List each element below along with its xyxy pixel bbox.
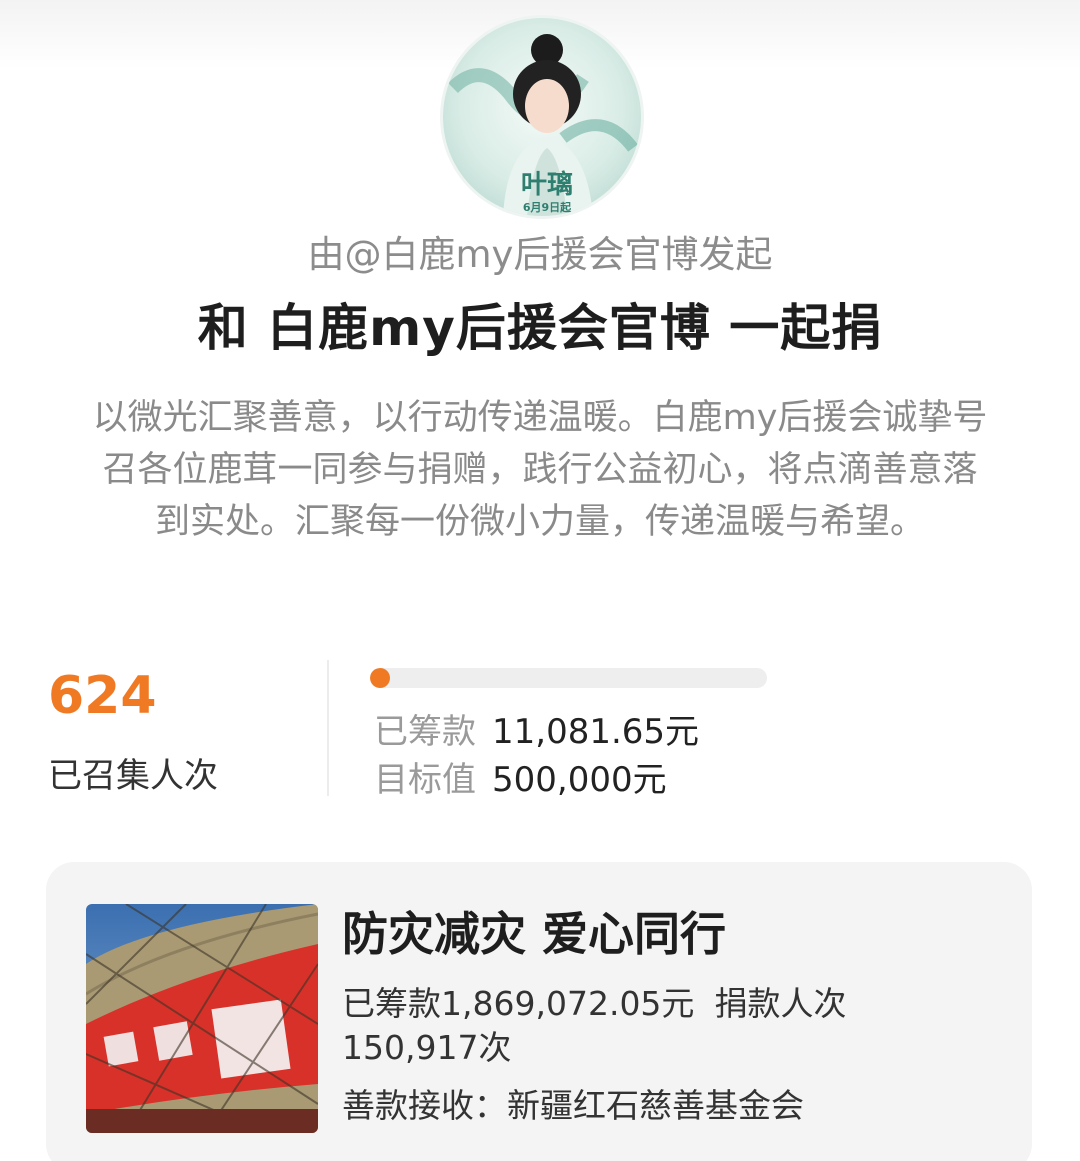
svg-text:叶璃: 叶璃 — [521, 169, 573, 200]
participant-count-label: 已召集人次 — [48, 756, 218, 796]
raised-amount-row: 已筹款 11,081.65元 — [374, 710, 699, 754]
project-recipient: 善款接收：新疆红石慈善基金会 — [342, 1086, 804, 1125]
svg-text:6月9日起: 6月9日起 — [523, 200, 572, 214]
project-card[interactable]: 防灾减灾 爱心同行 已筹款1,869,072.05元 捐款人次150,917次 善… — [46, 862, 1032, 1161]
donation-page: 叶璃 6月9日起 由@白鹿my后援会官博发起 和 白鹿my后援会官博 一起捐 以… — [0, 0, 1080, 1161]
raised-label: 已筹款 — [374, 712, 476, 752]
campaign-description: 以微光汇聚善意，以行动传递温暖。白鹿my后援会诚挚号召各位鹿茸一同参与捐赠，践行… — [92, 398, 988, 542]
fundraising-progress-fill — [370, 668, 390, 688]
initiator-line[interactable]: 由@白鹿my后援会官博发起 — [0, 232, 1080, 278]
project-raised: 已筹款1,869,072.05元 — [342, 984, 695, 1023]
project-title[interactable]: 防灾减灾 爱心同行 — [342, 904, 726, 964]
relief-truck-image-icon — [86, 904, 318, 1133]
raised-value: 11,081.65元 — [492, 712, 700, 752]
initiator-avatar[interactable]: 叶璃 6月9日起 — [443, 18, 641, 216]
target-label: 目标值 — [374, 760, 476, 800]
participant-count: 624 — [48, 666, 157, 726]
project-thumbnail — [86, 904, 318, 1133]
target-amount-row: 目标值 500,000元 — [374, 758, 667, 802]
target-value: 500,000元 — [492, 760, 667, 800]
fundraising-progress-bar — [370, 668, 767, 688]
project-stats: 已筹款1,869,072.05元 捐款人次150,917次 — [342, 982, 982, 1070]
stats-divider — [327, 660, 329, 796]
avatar-portrait-icon: 叶璃 6月9日起 — [448, 34, 638, 216]
campaign-headline: 和 白鹿my后援会官博 一起捐 — [197, 299, 883, 357]
